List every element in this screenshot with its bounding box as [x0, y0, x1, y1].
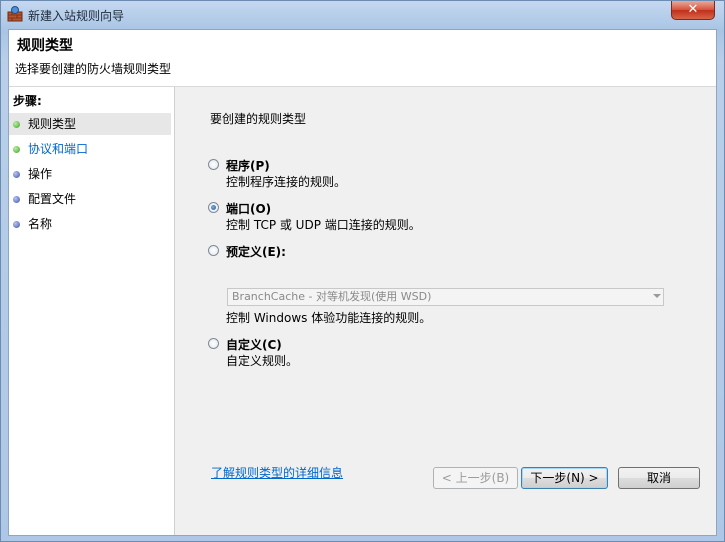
option-label[interactable]: 程序(P) [226, 157, 270, 174]
option-label[interactable]: 预定义(E): [226, 243, 286, 260]
close-icon: ✕ [687, 2, 699, 17]
option-label[interactable]: 端口(O) [226, 200, 271, 217]
next-button[interactable]: 下一步(N) > [521, 467, 608, 489]
firewall-icon [7, 6, 23, 22]
wizard-window: 新建入站规则向导 ✕ 规则类型 选择要创建的防火墙规则类型 步骤: 规则类型 协… [0, 0, 725, 542]
option-description: 控制 TCP 或 UDP 端口连接的规则。 [226, 218, 421, 232]
custom-radio[interactable] [208, 338, 219, 349]
steps-title: 步骤: [13, 94, 42, 108]
wizard-header: 规则类型 选择要创建的防火墙规则类型 [9, 30, 716, 87]
more-info-link[interactable]: 了解规则类型的详细信息 [211, 464, 343, 481]
step-label: 操作 [28, 167, 53, 181]
step-rule-type[interactable]: 规则类型 [9, 113, 171, 135]
step-label: 配置文件 [28, 192, 77, 206]
page-title: 规则类型 [17, 38, 73, 54]
port-radio[interactable] [208, 202, 219, 213]
option-label[interactable]: 自定义(C) [226, 336, 282, 353]
step-name: 名称 [9, 213, 171, 235]
step-status-dot-icon [13, 221, 20, 228]
program-radio[interactable] [208, 159, 219, 170]
option-description: 自定义规则。 [226, 354, 299, 368]
chevron-down-icon [653, 294, 661, 298]
cancel-button[interactable]: 取消 [618, 467, 700, 489]
step-label: 名称 [28, 217, 53, 231]
title-bar[interactable]: 新建入站规则向导 ✕ [1, 1, 724, 29]
page-subtitle: 选择要创建的防火墙规则类型 [15, 62, 172, 76]
option-description: 控制程序连接的规则。 [226, 175, 347, 189]
step-status-dot-icon [13, 146, 20, 153]
step-profile: 配置文件 [9, 188, 171, 210]
dropdown-value: BranchCache - 对等机发现(使用 WSD) [232, 290, 432, 303]
step-status-dot-icon [13, 171, 20, 178]
window-title: 新建入站规则向导 [28, 9, 125, 23]
steps-panel: 步骤: 规则类型 协议和端口 操作 配置文件 名称 [9, 87, 175, 535]
back-button[interactable]: < 上一步(B) [433, 467, 518, 489]
wizard-client: 规则类型 选择要创建的防火墙规则类型 步骤: 规则类型 协议和端口 操作 配置文… [8, 29, 717, 536]
step-protocol-ports[interactable]: 协议和端口 [9, 138, 171, 160]
step-label: 协议和端口 [28, 142, 89, 156]
rule-type-question: 要创建的规则类型 [210, 112, 307, 126]
step-action: 操作 [9, 163, 171, 185]
step-status-dot-icon [13, 196, 20, 203]
step-status-dot-icon [13, 121, 20, 128]
predefined-dropdown[interactable]: BranchCache - 对等机发现(使用 WSD) [227, 288, 664, 306]
option-description: 控制 Windows 体验功能连接的规则。 [226, 311, 432, 325]
close-button[interactable]: ✕ [671, 1, 715, 20]
predefined-radio[interactable] [208, 245, 219, 256]
step-label: 规则类型 [28, 117, 77, 131]
